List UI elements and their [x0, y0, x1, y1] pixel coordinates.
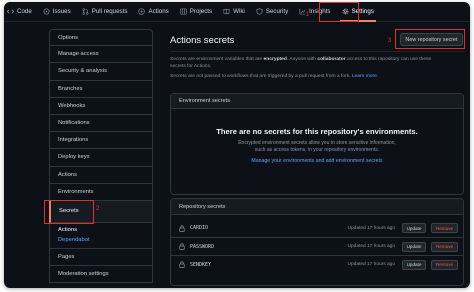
update-secret-button[interactable]: Update [402, 259, 426, 270]
learn-more-link[interactable]: Learn more. [352, 74, 378, 79]
pull-request-icon [82, 8, 89, 15]
sidebar-item-manage-access[interactable]: Manage access [49, 46, 153, 64]
secret-name: SENDKEY [190, 261, 212, 268]
play-icon [138, 8, 146, 15]
highlight-new-secret [395, 29, 465, 49]
manage-environments-link[interactable]: Manage your environments and add environ… [171, 158, 463, 164]
fork-note: Secrets are not passed to workflows that… [170, 73, 464, 80]
desc-text: . Anyone with [286, 57, 318, 62]
tab-projects-label: Projects [189, 8, 213, 15]
code-icon [7, 9, 14, 14]
repository-secrets-header: Repository secrets [171, 199, 463, 215]
annotation-step-2: 2 [96, 206, 100, 212]
annotation-step-3: 3 [388, 38, 392, 44]
github-window: Code Issues Pull requests Actions Projec… [4, 2, 470, 288]
secrets-subnav: Actions Dependabot [49, 222, 153, 249]
tab-code[interactable]: Code [7, 2, 32, 22]
remove-secret-button[interactable]: Remove [431, 223, 458, 233]
book-icon [223, 9, 230, 15]
sidebar-item-moderation[interactable]: Moderation settings [49, 266, 153, 284]
sidebar-item-options[interactable]: Options [49, 29, 153, 47]
desc-text: secrets for Actions. [170, 64, 212, 70]
secret-updated: Updated 17 hours ago [347, 225, 395, 231]
secret-name: CARDIO [190, 225, 209, 231]
tab-actions[interactable]: Actions [138, 2, 169, 22]
desc-text: access to this repository can use these [345, 57, 432, 62]
lock-icon [179, 261, 185, 268]
sidebar-item-environments[interactable]: Environments [49, 183, 153, 201]
remove-secret-button[interactable]: Remove [431, 241, 458, 252]
empty-state-body: Encrypted environment secrets allow you … [238, 140, 396, 153]
title-divider [170, 51, 464, 52]
secret-updated: Updated 17 hours ago [347, 244, 395, 249]
update-secret-button[interactable]: Update [402, 241, 426, 252]
tab-actions-label: Actions [148, 8, 169, 15]
desc-text: Secrets are environment variables that a… [170, 57, 264, 62]
tab-security-label: Security [265, 8, 289, 15]
tab-pull-requests[interactable]: Pull requests [82, 2, 128, 22]
remove-secret-button[interactable]: Remove [431, 259, 458, 270]
secret-row: CARDIO Updated 17 hours ago Update Remov… [171, 219, 463, 237]
secret-row: SENDKEY Updated 17 hours ago Update Remo… [171, 255, 463, 273]
tab-security[interactable]: Security [256, 2, 288, 22]
shield-icon [256, 8, 263, 15]
annotation-step-1: 1 [306, 12, 310, 18]
repo-nav: Code Issues Pull requests Actions Projec… [4, 2, 470, 22]
secret-name: PASSWORD [190, 243, 215, 250]
tab-wiki[interactable]: Wiki [223, 2, 245, 22]
sidebar-item-actions[interactable]: Actions [49, 166, 153, 184]
environment-secrets-header: Environment secrets [171, 94, 463, 109]
settings-sidebar: Options Manage access Security & analysi… [49, 29, 153, 284]
tab-issues-label: Issues [52, 8, 71, 15]
desc-bold: encrypted [263, 57, 287, 62]
sidebar-item-security-analysis[interactable]: Security & analysis [49, 63, 153, 81]
secret-updated: Updated 17 hours ago [347, 262, 395, 267]
sidebar-item-integrations[interactable]: Integrations [49, 132, 153, 150]
desc-bold: collaborator [317, 57, 346, 62]
tab-projects[interactable]: Projects [180, 2, 212, 22]
sidebar-subitem-dependabot[interactable]: Dependabot [50, 237, 152, 243]
highlight-settings [319, 2, 359, 22]
sidebar-item-pages[interactable]: Pages [49, 248, 153, 267]
tab-code-label: Code [17, 8, 32, 15]
lock-icon [179, 224, 185, 232]
tab-wiki-label: Wiki [233, 8, 245, 15]
environment-secrets-box: Environment secrets There are no secrets… [170, 93, 464, 195]
sidebar-item-branches[interactable]: Branches [49, 80, 153, 98]
secret-row: PASSWORD Updated 17 hours ago Update Rem… [171, 237, 463, 255]
sidebar-subitem-actions[interactable]: Actions [50, 227, 152, 233]
table-icon [180, 8, 187, 15]
repository-secrets-box: Repository secrets CARDIO Updated 17 hou… [170, 198, 464, 286]
page-title: Actions secrets [170, 35, 235, 46]
fork-note-text: Secrets are not passed to workflows that… [170, 74, 352, 79]
sidebar-item-webhooks[interactable]: Webhooks [49, 97, 153, 115]
tab-issues[interactable]: Issues [43, 2, 71, 22]
lock-icon [179, 243, 185, 250]
issue-icon [43, 8, 50, 15]
sidebar-item-notifications[interactable]: Notifications [49, 114, 153, 133]
highlight-secrets [44, 200, 94, 224]
update-secret-button[interactable]: Update [402, 223, 426, 233]
empty-state-title: There are no secrets for this repository… [216, 127, 418, 136]
secrets-description: Secrets are environment variables that a… [170, 56, 464, 71]
sidebar-item-deploy-keys[interactable]: Deploy keys [49, 149, 153, 167]
tab-pull-requests-label: Pull requests [91, 8, 128, 15]
